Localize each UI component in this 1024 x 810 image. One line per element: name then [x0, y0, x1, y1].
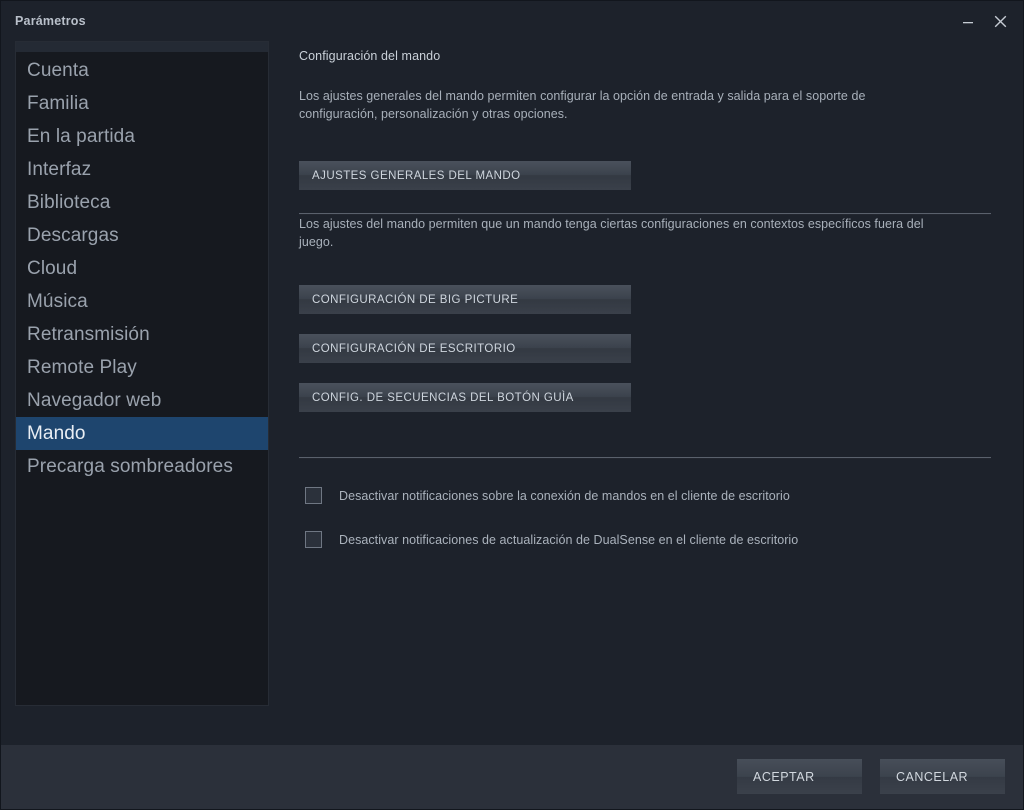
sidebar-item-cloud[interactable]: Cloud: [16, 252, 268, 285]
general-controller-settings-button[interactable]: AJUSTES GENERALES DEL MANDO: [299, 161, 631, 190]
cancel-button[interactable]: CANCELAR: [880, 759, 1005, 794]
window-controls: [953, 7, 1015, 35]
general-settings-description: Los ajustes generales del mando permiten…: [299, 89, 866, 121]
sidebar-item-label: En la partida: [27, 125, 135, 147]
minimize-icon[interactable]: [953, 7, 983, 35]
sidebar-item-label: Cloud: [27, 257, 78, 279]
sidebar-item-mando[interactable]: Mando: [16, 417, 268, 450]
sidebar-item-label: Retransmisión: [27, 323, 150, 345]
sidebar-item-label: Mando: [27, 422, 86, 444]
checkbox-dualsense-update-notifications[interactable]: [305, 531, 322, 548]
accept-button[interactable]: ACEPTAR: [737, 759, 862, 794]
sidebar-item-musica[interactable]: Música: [16, 285, 268, 318]
divider-2: [299, 457, 991, 459]
sidebar-item-navegador-web[interactable]: Navegador web: [16, 384, 268, 417]
dialog-footer: ACEPTAR CANCELAR: [1, 745, 1023, 809]
settings-window: Parámetros Cuenta Familia En la partida …: [0, 0, 1024, 810]
sidebar-item-label: Remote Play: [27, 356, 137, 378]
sidebar-item-label: Precarga sombreadores: [27, 455, 233, 477]
sidebar-item-label: Descargas: [27, 224, 119, 246]
sidebar-item-label: Navegador web: [27, 389, 162, 411]
big-picture-configuration-button[interactable]: CONFIGURACIÓN DE BIG PICTURE: [299, 285, 631, 314]
window-title: Parámetros: [15, 14, 86, 28]
sidebar-item-biblioteca[interactable]: Biblioteca: [16, 186, 268, 219]
sidebar-item-descargas[interactable]: Descargas: [16, 219, 268, 252]
sidebar-item-label: Música: [27, 290, 88, 312]
close-icon[interactable]: [985, 7, 1015, 35]
guide-button-chord-configuration-button[interactable]: CONFIG. DE SECUENCIAS DEL BOTÓN GUÌA: [299, 383, 631, 412]
sidebar-item-label: Cuenta: [27, 59, 89, 81]
checkbox-row-controller-connection-notifications[interactable]: Desactivar notificaciones sobre la conex…: [299, 487, 1009, 504]
checkbox-controller-connection-notifications[interactable]: [305, 487, 322, 504]
controller-contexts-description: Los ajustes del mando permiten que un ma…: [299, 217, 924, 249]
sidebar-item-label: Biblioteca: [27, 191, 111, 213]
sidebar-item-list: Cuenta Familia En la partida Interfaz Bi…: [16, 52, 268, 705]
page-title: Configuración del mando: [299, 49, 441, 63]
checkbox-label: Desactivar notificaciones de actualizaci…: [339, 532, 799, 547]
sidebar-item-precarga-sombreadores[interactable]: Precarga sombreadores: [16, 450, 268, 483]
checkbox-row-dualsense-update-notifications[interactable]: Desactivar notificaciones de actualizaci…: [299, 531, 1009, 548]
sidebar-item-interfaz[interactable]: Interfaz: [16, 153, 268, 186]
settings-sidebar: Cuenta Familia En la partida Interfaz Bi…: [15, 41, 269, 706]
title-bar: Parámetros: [1, 1, 1023, 41]
sidebar-item-label: Familia: [27, 92, 89, 114]
window-body: Cuenta Familia En la partida Interfaz Bi…: [1, 41, 1023, 745]
sidebar-item-label: Interfaz: [27, 158, 92, 180]
sidebar-top-strip: [16, 42, 268, 52]
settings-content-panel: Configuración del mando Los ajustes gene…: [269, 41, 1009, 745]
sidebar-item-retransmision[interactable]: Retransmisión: [16, 318, 268, 351]
sidebar-item-en-la-partida[interactable]: En la partida: [16, 120, 268, 153]
sidebar-item-familia[interactable]: Familia: [16, 87, 268, 120]
desktop-configuration-button[interactable]: CONFIGURACIÓN DE ESCRITORIO: [299, 334, 631, 363]
sidebar-item-remote-play[interactable]: Remote Play: [16, 351, 268, 384]
checkbox-label: Desactivar notificaciones sobre la conex…: [339, 488, 790, 503]
sidebar-item-cuenta[interactable]: Cuenta: [16, 54, 268, 87]
